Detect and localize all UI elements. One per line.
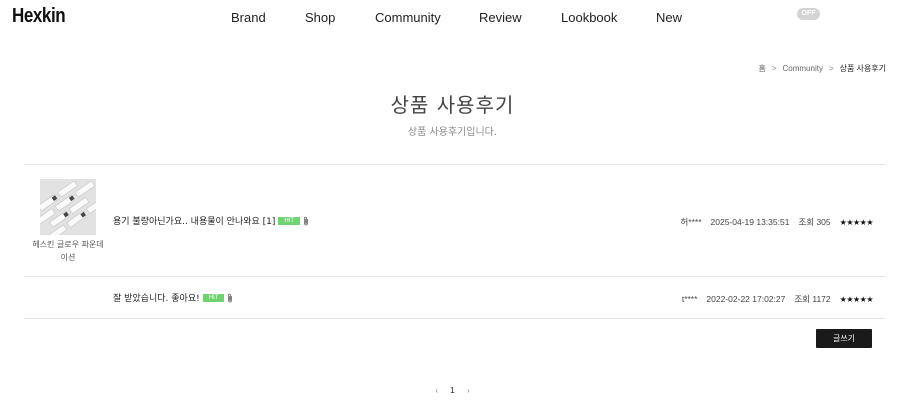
site-header: Hexkin Brand Shop Community Review Lookb… (0, 0, 905, 38)
review-meta: t**** 2022-02-22 17:02:27 조회 1172 ★★★★★ (681, 293, 874, 305)
breadcrumb-home[interactable]: 홈 (758, 63, 765, 74)
page-number[interactable]: 1 (450, 386, 454, 395)
main-nav: Brand Shop Community Review Lookbook New (0, 10, 905, 30)
review-views: 조회 305 (798, 217, 831, 227)
review-title-link[interactable]: 용기 불량아닌가요.. 내용물이 안나와요 [1] HIT (113, 214, 309, 227)
review-date: 2022-02-22 17:02:27 (706, 294, 786, 304)
review-views: 조회 1172 (794, 294, 831, 304)
nav-shop[interactable]: Shop (305, 10, 335, 25)
hit-badge: HIT (202, 293, 225, 302)
review-title-link[interactable]: 잘 받았습니다. 좋아요! HIT (113, 291, 233, 304)
divider (24, 164, 885, 165)
product-thumbnail[interactable] (40, 179, 96, 235)
nav-community[interactable]: Community (375, 10, 441, 25)
review-author: t**** (681, 294, 698, 304)
paperclip-icon (228, 293, 233, 302)
breadcrumb: 홈 > Community > 상품 사용후기 (758, 63, 886, 74)
hit-badge: HIT (278, 216, 301, 225)
off-toggle[interactable]: OFF (797, 8, 820, 20)
divider (24, 318, 885, 319)
write-button[interactable]: 글쓰기 (816, 329, 872, 348)
nav-review[interactable]: Review (479, 10, 522, 25)
breadcrumb-community[interactable]: Community (782, 64, 822, 73)
chevron-right-icon: > (771, 64, 777, 73)
product-name[interactable]: 헤스킨 글로우 파운데이션 (30, 238, 106, 264)
divider (24, 276, 885, 277)
review-date: 2025-04-19 13:35:51 (710, 217, 790, 227)
star-rating: ★★★★★ (839, 217, 874, 227)
review-author: 허**** (680, 217, 702, 227)
page-subtitle: 상품 사용후기입니다. (407, 127, 498, 138)
prev-page-icon[interactable]: ‹ (435, 386, 438, 395)
star-rating: ★★★★★ (839, 294, 874, 304)
chevron-right-icon: > (828, 64, 834, 73)
review-meta: 허**** 2025-04-19 13:35:51 조회 305 ★★★★★ (680, 216, 873, 228)
pagination: ‹ 1 › (0, 386, 905, 395)
paperclip-icon (304, 216, 308, 225)
nav-brand[interactable]: Brand (231, 10, 266, 25)
nav-lookbook[interactable]: Lookbook (561, 10, 617, 25)
review-title[interactable]: 용기 불량아닌가요.. 내용물이 안나와요 [1] (113, 214, 275, 227)
review-title[interactable]: 잘 받았습니다. 좋아요! (113, 291, 200, 304)
breadcrumb-current: 상품 사용후기 (839, 64, 886, 73)
nav-new[interactable]: New (656, 10, 682, 25)
next-page-icon[interactable]: › (467, 386, 470, 395)
page-title: 상품 사용후기 (390, 93, 515, 117)
